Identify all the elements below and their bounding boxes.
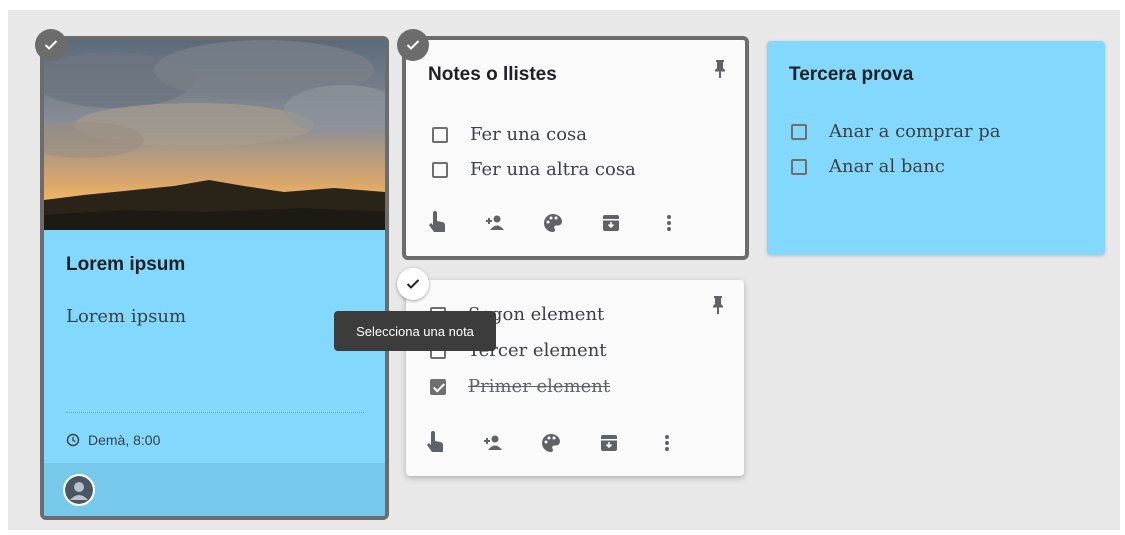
archive-icon[interactable]: [582, 208, 640, 238]
archive-icon[interactable]: [580, 428, 638, 458]
checkbox[interactable]: [791, 123, 807, 140]
note-title: Tercera prova: [789, 64, 914, 85]
avatar-icon: [65, 476, 93, 504]
note-notes-o-llistes[interactable]: Notes o llistes Fer una cosa Fer una alt…: [402, 36, 749, 260]
note-body: Lorem ipsum: [66, 306, 187, 327]
note-toolbar: [406, 428, 696, 458]
list-item[interactable]: Fer una altra cosa: [432, 159, 636, 180]
note-footer: [44, 463, 385, 516]
list-item-text: Anar al banc: [829, 156, 945, 177]
note-title: Lorem ipsum: [66, 254, 186, 275]
checkbox[interactable]: [791, 158, 807, 175]
reminder-text: Demà, 8:00: [88, 432, 161, 448]
list-item-text: Anar a comprar pa: [829, 121, 1001, 142]
checkbox[interactable]: [432, 126, 448, 143]
list-item[interactable]: Anar a comprar pa: [791, 121, 1001, 142]
palette-icon[interactable]: [522, 428, 580, 458]
more-vert-icon[interactable]: [638, 428, 696, 458]
check-icon: [406, 40, 420, 50]
touch-icon[interactable]: [406, 428, 464, 458]
clock-icon: [66, 433, 80, 447]
checkbox-checked[interactable]: [430, 378, 446, 395]
list-item[interactable]: Anar al banc: [791, 156, 945, 177]
select-badge-lorem[interactable]: [35, 29, 67, 61]
list-item[interactable]: Fer una cosa: [432, 124, 587, 145]
checkbox[interactable]: [432, 161, 448, 178]
note-toolbar: [408, 208, 698, 238]
add-collaborator-icon[interactable]: [466, 208, 524, 238]
avatar[interactable]: [63, 474, 95, 506]
select-badge-notes[interactable]: [397, 29, 429, 61]
note-title: Notes o llistes: [428, 64, 557, 85]
reminder-chip[interactable]: Demà, 8:00: [66, 432, 160, 448]
select-note-button[interactable]: [397, 268, 429, 300]
note-tercera-prova[interactable]: Tercera prova Anar a comprar pa Anar al …: [767, 41, 1105, 255]
note-elements[interactable]: Segon element Tercer element Primer elem…: [406, 280, 744, 476]
tooltip: Selecciona una nota: [334, 311, 496, 351]
check-icon: [406, 279, 420, 289]
palette-icon[interactable]: [524, 208, 582, 238]
divider: [66, 412, 364, 413]
pin-icon[interactable]: [712, 58, 728, 80]
note-image: [44, 40, 385, 230]
add-collaborator-icon[interactable]: [464, 428, 522, 458]
list-item-text: Fer una altra cosa: [470, 159, 636, 180]
list-item-checked[interactable]: Primer element: [430, 376, 610, 397]
list-item-text: Primer element: [468, 376, 611, 397]
check-icon: [44, 40, 58, 50]
more-vert-icon[interactable]: [640, 208, 698, 238]
list-item-text: Fer una cosa: [470, 124, 588, 145]
pin-icon[interactable]: [710, 294, 726, 316]
tooltip-text: Selecciona una nota: [356, 323, 474, 339]
touch-icon[interactable]: [408, 208, 466, 238]
note-lorem-ipsum[interactable]: Lorem ipsum Lorem ipsum Demà, 8:00: [40, 36, 389, 520]
